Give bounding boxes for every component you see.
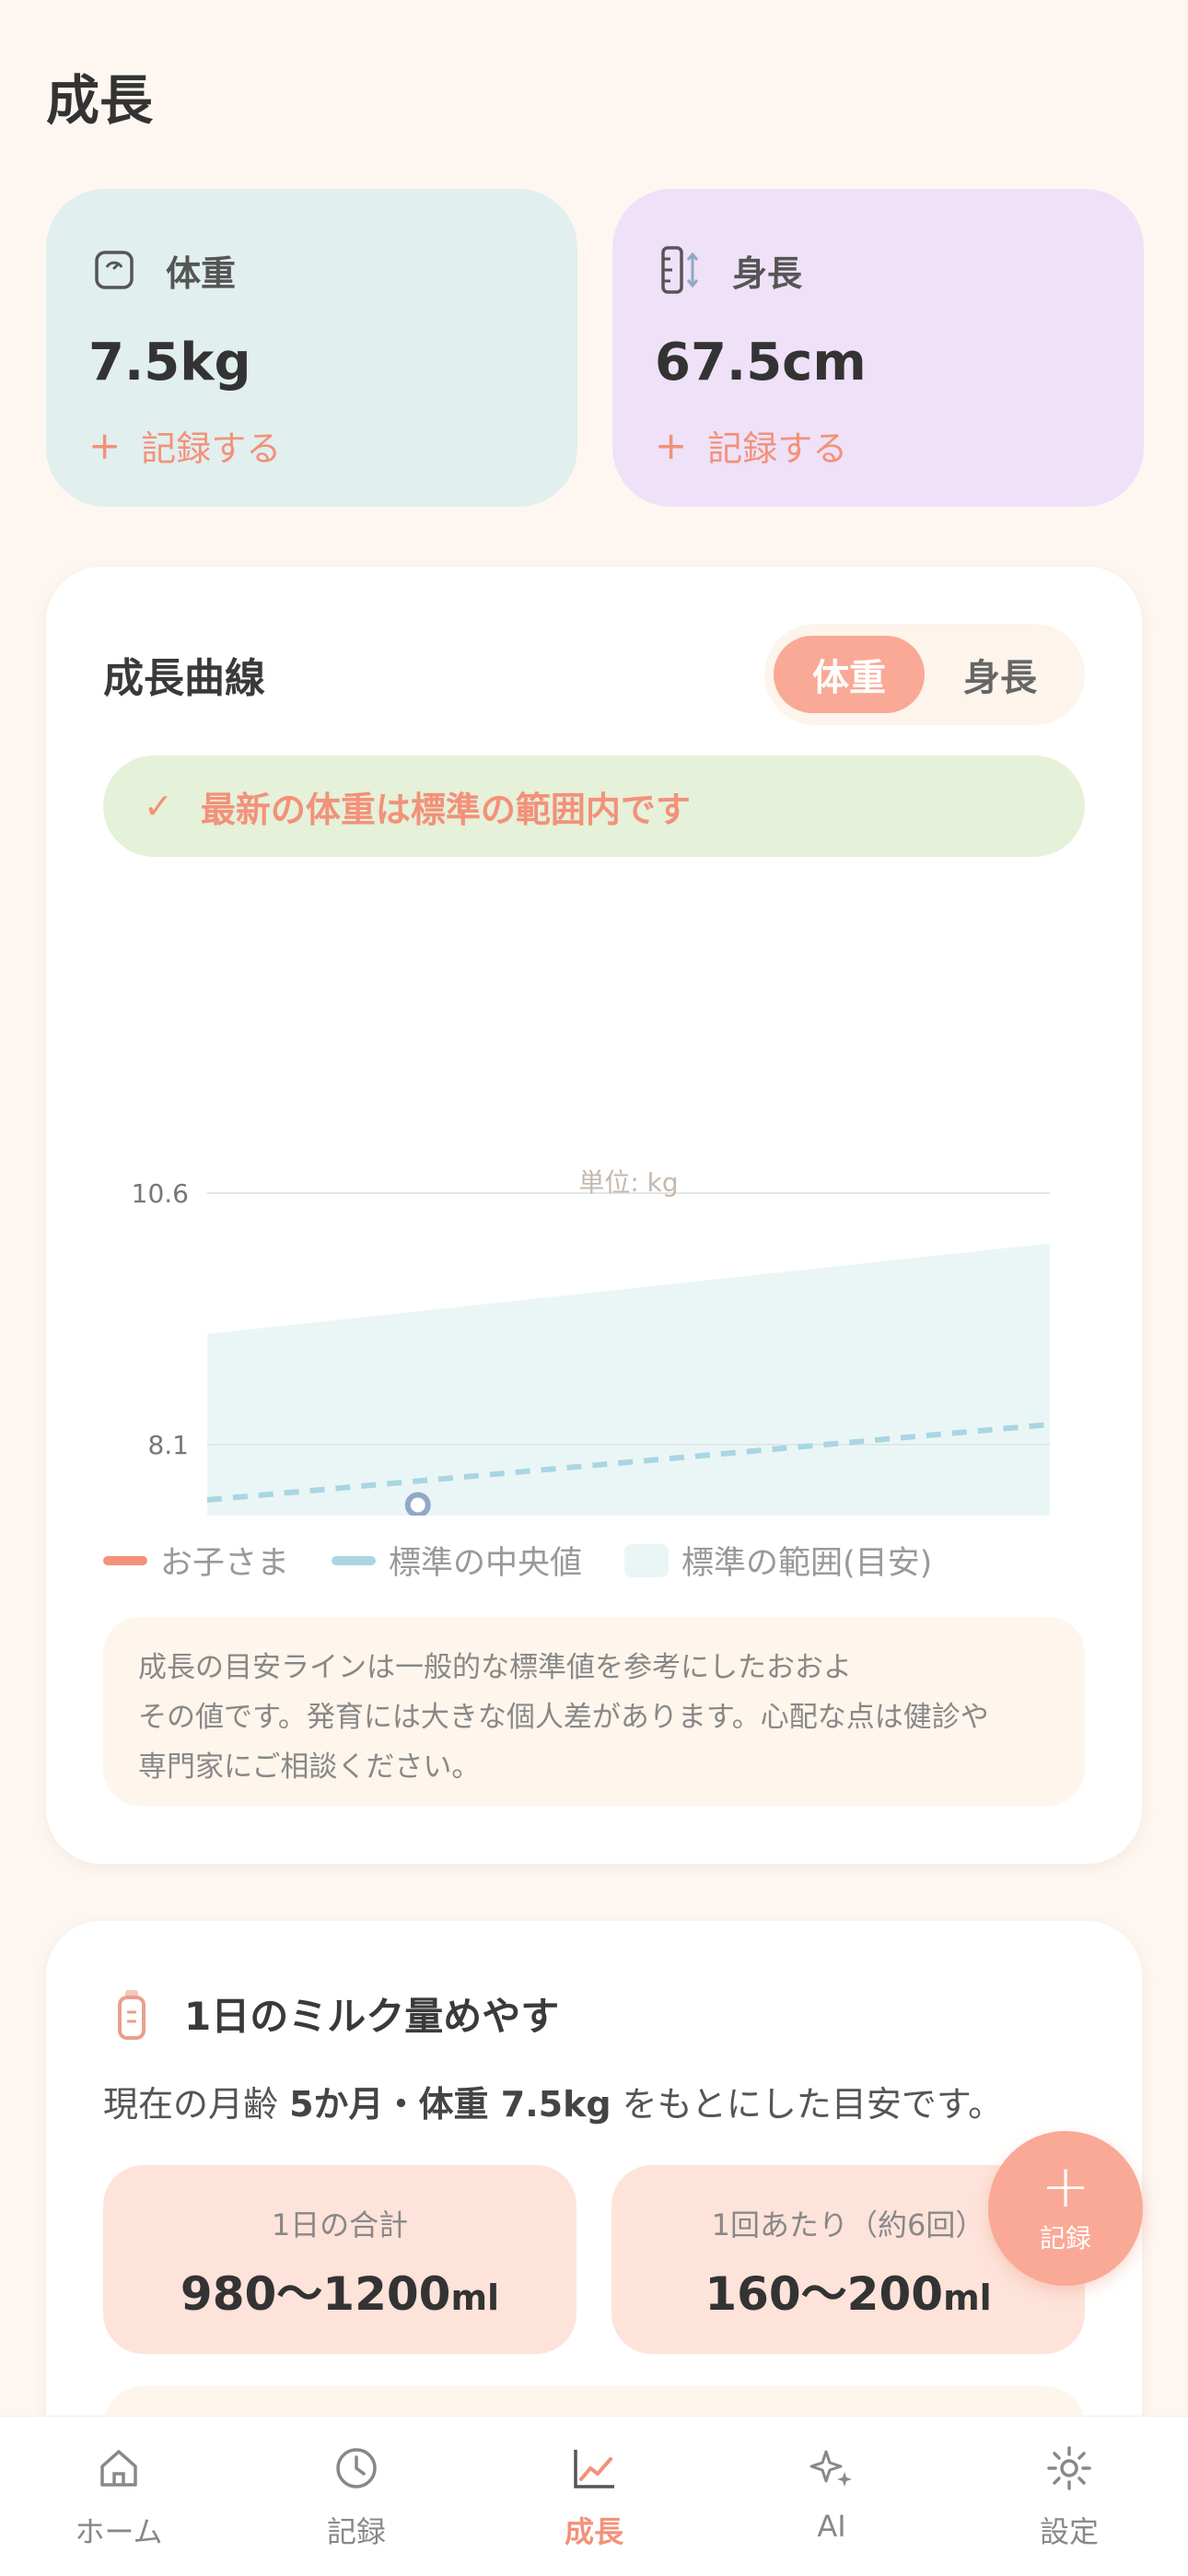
unit-label: 単位: kg xyxy=(578,1167,678,1198)
scale-icon xyxy=(88,244,140,296)
metric-toggle[interactable]: 体重 身長 xyxy=(764,624,1085,725)
tab-settings[interactable]: 設定 xyxy=(950,2417,1188,2576)
legend-median-swatch xyxy=(332,1555,377,1565)
y-tick-label: 8.1 xyxy=(147,1430,189,1460)
milk-desc-suffix: をもとにした目安です。 xyxy=(611,2084,1004,2125)
weight-label: 体重 xyxy=(166,252,237,294)
per-feed-value: 160〜200ml xyxy=(611,2257,1085,2324)
bottom-tab-bar: ホーム 記録 成長 AI 設定 xyxy=(0,2416,1188,2576)
height-card[interactable]: 身長 67.5cm + 記録する xyxy=(612,189,1144,507)
ruler-icon xyxy=(655,244,706,296)
add-record-fab[interactable]: + 記録 xyxy=(988,2131,1143,2286)
tab-ai-label: AI xyxy=(817,2509,846,2544)
daily-total-unit: ml xyxy=(450,2277,500,2318)
height-value: 67.5cm xyxy=(655,333,867,392)
chart-note: 成長の目安ラインは一般的な標準値を参考にしたおおよ その値です。発育には大きな個… xyxy=(103,1617,1085,1806)
daily-total-box: 1日の合計 980〜1200ml xyxy=(103,2165,577,2354)
bottle-icon xyxy=(111,1986,153,2042)
height-label: 身長 xyxy=(732,252,803,294)
fab-label: 記録 xyxy=(1039,2223,1091,2254)
tab-growth[interactable]: 成長 xyxy=(475,2417,713,2576)
status-text: 最新の体重は標準の範囲内です xyxy=(200,789,691,830)
legend-median: 標準の中央値 xyxy=(332,1537,582,1584)
gear-icon xyxy=(1043,2442,1095,2494)
tab-record[interactable]: 記録 xyxy=(238,2417,475,2576)
add-height-button[interactable]: + 記録する xyxy=(655,420,1101,471)
legend-child-label: お子さま xyxy=(160,1545,290,1582)
legend-range-swatch xyxy=(624,1543,670,1577)
tab-record-label: 記録 xyxy=(326,2514,386,2549)
milk-description: 現在の月齢 5か月・体重 7.5kg をもとにした目安です。 xyxy=(103,2076,1003,2126)
legend-median-label: 標準の中央値 xyxy=(389,1545,583,1582)
check-icon: ✓ xyxy=(144,786,173,826)
add-height-label: 記録する xyxy=(707,428,848,469)
tab-settings-label: 設定 xyxy=(1039,2514,1099,2549)
legend-range-label: 標準の範囲(目安) xyxy=(681,1545,933,1582)
chart-legend: お子さま 標準の中央値 標準の範囲(目安) xyxy=(103,1537,974,1584)
growth-chart-title: 成長曲線 xyxy=(103,655,265,702)
home-icon xyxy=(93,2442,145,2494)
weight-value: 7.5kg xyxy=(88,333,251,392)
page-title: 成長 xyxy=(46,69,154,132)
milk-title: 1日のミルク量めやす xyxy=(184,1994,560,2039)
daily-total-label: 1日の合計 xyxy=(271,2207,409,2242)
clock-icon xyxy=(331,2442,382,2494)
note-line: 成長の目安ラインは一般的な標準値を参考にしたおおよ xyxy=(138,1651,852,1684)
legend-child-swatch xyxy=(103,1555,147,1565)
tab-ai[interactable]: AI xyxy=(713,2417,950,2576)
growth-chart: 5.78.110.6単位: kg5か月7か月 xyxy=(132,1167,1051,1516)
legend-child: お子さま xyxy=(103,1537,289,1584)
per-feed-unit: ml xyxy=(943,2277,992,2318)
growth-chart-card: 成長曲線 体重 身長 ✓ 最新の体重は標準の範囲内です 5.78.110.6単位… xyxy=(46,567,1142,1864)
chart-icon xyxy=(568,2442,620,2494)
child-data-point xyxy=(404,1492,431,1516)
toggle-height[interactable]: 身長 xyxy=(925,636,1076,713)
tab-home[interactable]: ホーム xyxy=(0,2417,238,2576)
milk-desc-bold: 5か月・体重 7.5kg xyxy=(289,2084,611,2125)
plus-icon: + xyxy=(88,423,122,468)
daily-total-value: 980〜1200ml xyxy=(103,2257,577,2324)
add-weight-button[interactable]: + 記録する xyxy=(88,420,535,471)
status-banner: ✓ 最新の体重は標準の範囲内です xyxy=(103,755,1085,857)
note-line: 専門家にご相談ください。 xyxy=(138,1751,481,1784)
note-line: その値です。発育には大きな個人差があります。心配な点は健診や xyxy=(138,1701,989,1734)
add-weight-label: 記録する xyxy=(141,428,282,469)
milk-desc-prefix: 現在の月齢 xyxy=(103,2084,290,2125)
plus-icon: + xyxy=(1041,2153,1090,2221)
weight-card[interactable]: 体重 7.5kg + 記録する xyxy=(46,189,577,507)
plus-icon: + xyxy=(655,423,688,468)
legend-range: 標準の範囲(目安) xyxy=(624,1537,932,1584)
tab-growth-label: 成長 xyxy=(564,2514,623,2549)
y-tick-label: 10.6 xyxy=(132,1178,189,1209)
tab-home-label: ホーム xyxy=(75,2514,163,2549)
toggle-weight[interactable]: 体重 xyxy=(774,636,925,713)
standard-range-band xyxy=(207,1243,1050,1516)
sparkle-icon xyxy=(806,2442,857,2494)
per-feed-number: 160〜200 xyxy=(705,2267,944,2321)
daily-total-number: 980〜1200 xyxy=(180,2267,451,2321)
